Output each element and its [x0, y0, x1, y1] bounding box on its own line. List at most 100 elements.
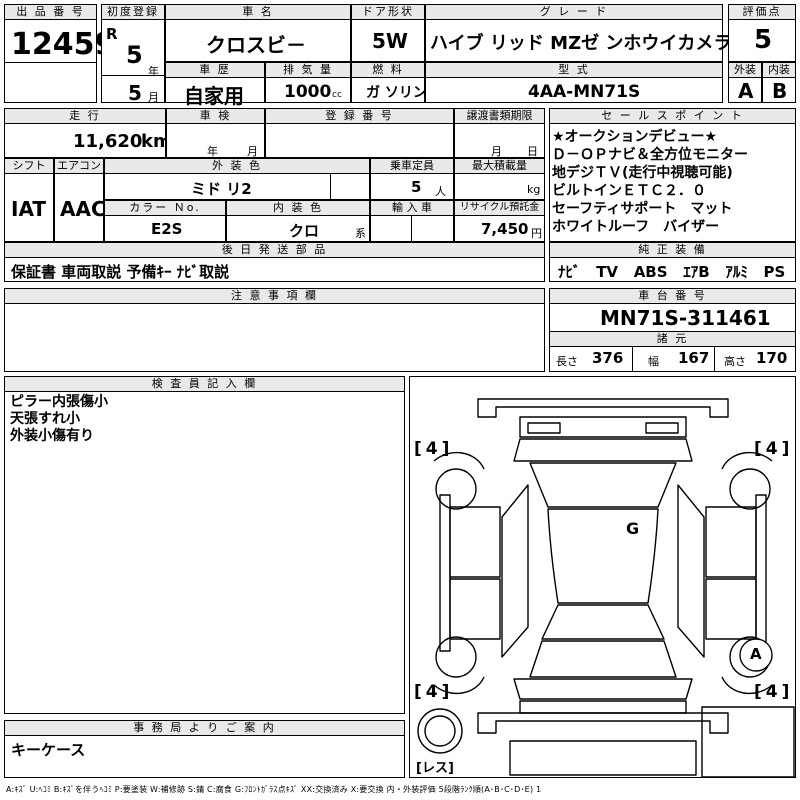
tire-rear-right: [4]: [754, 682, 794, 702]
sales-point-line: ホワイトルーフ バイザー: [552, 219, 720, 235]
later-parts-label: 後 日 発 送 部 品: [5, 243, 544, 258]
exterior-color-label: 外 装 色: [105, 159, 369, 174]
car-diagram-box: [4] [4] [4] [4] G A [レス]: [409, 376, 796, 778]
equipment-item: ｱﾙﾐ: [725, 263, 748, 281]
displacement-unit: cc: [332, 90, 342, 100]
sales-point-line: ビルトインＥＴＣ２．０: [552, 183, 706, 199]
sales-points-list: ★オークションデビュー★ Ｄ－ＯＰナビ＆全方位モニター 地デジＴＶ(走行中視聴可…: [552, 128, 748, 236]
interior-color-unit: 系: [355, 227, 366, 240]
passenger-capacity: 5: [411, 178, 422, 196]
interior-color-label: 内 装 色: [227, 201, 369, 216]
transfer-deadline-box: 譲渡書類期限 月 日: [454, 108, 545, 158]
vehicle-length: 376: [592, 349, 624, 367]
score-label: 評価点: [729, 5, 795, 20]
first-registration-label: 初度登録: [102, 5, 164, 20]
lot-number-label: 出 品 番 号: [5, 5, 96, 20]
color-number-box: カラー Ｎo. E2S: [104, 200, 226, 242]
inspection-month-unit: 月: [247, 145, 258, 158]
later-parts: 保証書 車両取説 予備ｷｰ ﾅﾋﾞ取説: [11, 263, 230, 281]
fuel-type: ガ ソリン: [366, 85, 427, 101]
model-name-label: 車 名: [166, 5, 350, 20]
office-note-box: 事 務 局 よ り ご 案 内 キーケース: [4, 720, 405, 778]
sales-point-line: 地デジＴＶ(走行中視聴可能): [552, 165, 733, 181]
model-code-box: 型 式 4AA-MN71S: [425, 62, 723, 103]
inspector-label: 検 査 員 記 入 欄: [5, 377, 404, 392]
overall-score: 5: [754, 25, 773, 55]
exterior-grade: A: [738, 79, 754, 103]
vehicle-history: 自家用: [184, 84, 244, 108]
glass-damage-mark: G: [626, 519, 640, 538]
max-load-unit: kg: [527, 183, 541, 196]
inspection-year-unit: 年: [207, 145, 218, 158]
registration-number-box: 登 録 番 号: [265, 108, 454, 158]
office-note: キーケース: [11, 741, 86, 759]
vehicle-height: 170: [756, 349, 788, 367]
equipment-item: ABS: [633, 263, 668, 281]
registration-month: 5: [128, 81, 142, 105]
month-unit: 月: [148, 91, 159, 104]
lot-number: 12459: [11, 27, 116, 62]
capacity-unit: 人: [435, 185, 446, 198]
model-code-label: 型 式: [426, 63, 722, 78]
max-load-box: 最大積載量 kg: [454, 158, 545, 200]
tire-front-left: [4]: [414, 439, 454, 459]
mileage-label: 走 行: [5, 109, 165, 124]
registration-number-label: 登 録 番 号: [266, 109, 453, 124]
sales-point-line: ★オークションデビュー★: [552, 129, 718, 145]
history-box: 車 歴 自家用: [165, 62, 265, 108]
exterior-color-box: 外 装 色 ミド リ2: [104, 158, 370, 200]
chassis-number: MN71S-311461: [600, 306, 771, 330]
model-code: 4AA-MN71S: [528, 82, 641, 102]
aircon-label: エアコン: [55, 159, 103, 174]
shift-type: IAT: [11, 197, 47, 221]
recycle-label: リサイクル預託金: [455, 201, 544, 216]
inspector-remark: ピラー内張傷小: [10, 394, 108, 410]
caution-box: 注 意 事 項 欄: [4, 288, 545, 372]
aircon-box: エアコン AAC: [54, 158, 106, 242]
caution-label: 注 意 事 項 欄: [5, 289, 544, 304]
inspection-label: 車 検: [167, 109, 264, 124]
import-label: 輸 入 車: [371, 201, 453, 216]
interior-color-box: 内 装 色 クロ 系: [226, 200, 370, 242]
wheel-damage-mark: A: [750, 645, 762, 663]
door-type-box: ドア形状 5W: [351, 4, 425, 62]
import-box: 輸 入 車: [370, 200, 454, 242]
interior-grade-box: 内装 B: [762, 62, 796, 103]
score-box: 評価点 5: [728, 4, 796, 62]
vehicle-width: 167: [678, 349, 710, 367]
history-label: 車 歴: [166, 63, 264, 78]
interior-grade: B: [772, 79, 788, 103]
inspector-remark: 天張すれ小: [10, 411, 80, 427]
exterior-grade-label: 外装: [729, 63, 761, 78]
tire-front-right: [4]: [754, 439, 794, 459]
inspector-remark: 外装小傷有り: [10, 428, 94, 444]
equipment-label: 純 正 装 備: [550, 243, 795, 258]
grade-label: グ レ ー ド: [426, 5, 722, 20]
chassis-box: 車 台 番 号 MN71S-311461 諸 元 長さ 376 幅 167 高さ…: [549, 288, 796, 372]
displacement-box: 排 気 量 1000 cc: [265, 62, 351, 103]
exterior-color: ミド リ2: [191, 180, 252, 198]
fuel-label: 燃 料: [352, 63, 424, 78]
first-registration-box: 初度登録 R 5 年 5 月: [101, 4, 165, 105]
equipment-item: PS: [763, 263, 786, 281]
shift-label: シフト: [5, 159, 53, 174]
exterior-grade-box: 外装 A: [728, 62, 762, 103]
aircon-type: AAC: [60, 197, 106, 221]
width-label: 幅: [648, 355, 659, 368]
equipment-list: ﾅﾋﾞ TV ABS ｴｱB ｱﾙﾐ PS PW: [558, 261, 800, 282]
inspector-remarks: ピラー内張傷小 天張すれ小 外装小傷有り: [10, 394, 108, 445]
lot-number-box: 出 品 番 号 12459: [4, 4, 115, 103]
grade-box: グ レ ー ド ハイブ リッド MZゼ ンホウイカメラP: [425, 4, 745, 62]
office-note-label: 事 務 局 よ り ご 案 内: [5, 721, 404, 736]
sales-point-line: Ｄ－ＯＰナビ＆全方位モニター: [552, 147, 748, 163]
equipment-item: TV: [596, 263, 619, 281]
mileage-box: 走 行 11,620 km: [4, 108, 172, 158]
inspection-box: 車 検 年 月: [166, 108, 265, 158]
equipment-item: ｴｱB: [683, 263, 710, 281]
era-letter: R: [106, 25, 118, 43]
displacement: 1000: [284, 82, 332, 102]
recycle-box: リサイクル預託金 7,450 円: [454, 200, 545, 242]
mileage: 11,620: [73, 131, 143, 152]
capacity-box: 乗車定員 5 人: [370, 158, 454, 200]
model-name-box: 車 名 クロスビ－: [165, 4, 351, 62]
